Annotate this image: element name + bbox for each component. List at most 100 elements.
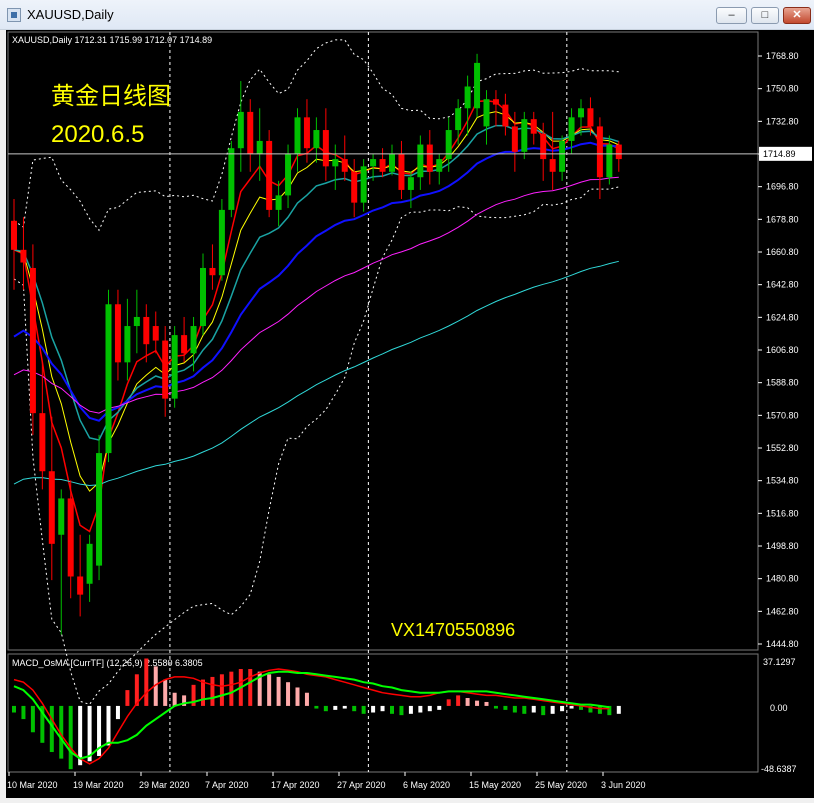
price-axis-label: 1552.80 (766, 443, 799, 453)
candle (247, 99, 254, 172)
ma-red (13, 99, 620, 533)
candle-body (379, 159, 386, 172)
candle-body (313, 130, 320, 149)
candle (379, 148, 386, 178)
candle-body (483, 99, 490, 127)
candle-body (606, 144, 613, 178)
candle-body (200, 267, 206, 327)
candle (313, 117, 320, 163)
macd-histogram-bar (408, 705, 413, 714)
candle-body (285, 153, 292, 196)
price-axis-label: 1750.80 (766, 84, 799, 94)
price-axis-label: 1480.80 (766, 574, 799, 584)
candle-body (370, 159, 377, 167)
macd-axis-zero: 0.00 (770, 703, 788, 713)
price-axis-label: 1660.80 (766, 247, 799, 257)
date-axis-label: 25 May 2020 (535, 780, 587, 790)
macd-histogram-bar (115, 705, 120, 720)
maximize-button[interactable]: □ (751, 7, 779, 24)
macd-histogram-bar (352, 705, 357, 712)
price-axis-label: 1498.80 (766, 541, 799, 551)
macd-histogram-bar (493, 705, 498, 709)
macd-histogram-bar (380, 705, 385, 712)
ma-yellow (13, 111, 619, 492)
candle-body (332, 159, 339, 167)
chart-area[interactable]: XAUUSD,Daily 1712.31 1715.99 1712.07 171… (6, 30, 814, 798)
macd-histogram-bar (484, 701, 489, 706)
moving-averages (13, 99, 620, 533)
candle-body (502, 104, 509, 127)
macd-histogram-bar (276, 676, 281, 706)
macd-signal-line (13, 668, 610, 765)
candle-body (596, 126, 603, 178)
macd-histogram-bar (342, 705, 347, 709)
macd-histogram-bar (248, 669, 253, 706)
macd-histogram-bar (87, 705, 92, 762)
candle-body (171, 335, 178, 399)
candle (502, 93, 509, 136)
price-axis-label: 1678.80 (766, 214, 799, 224)
candle-body (407, 177, 414, 190)
macd-histogram-bar (219, 674, 224, 706)
minimize-button[interactable]: – (716, 7, 747, 24)
candle-body (568, 117, 575, 141)
ma-cyan (13, 260, 619, 487)
macd-histogram-bar (286, 682, 291, 706)
candle (492, 90, 499, 127)
candle (596, 117, 603, 200)
candle-body (162, 340, 169, 399)
ma-teal (13, 124, 620, 441)
window-titlebar[interactable]: XAUUSD,Daily – □ ✕ (0, 0, 814, 30)
candle (332, 144, 339, 190)
price-axis: 1768.801750.801732.801714.801696.801678.… (758, 51, 799, 649)
candle-body (190, 326, 197, 354)
macd-histogram-bar (125, 690, 130, 706)
macd-axis-top: 37.1297 (763, 657, 796, 667)
date-axis-label: 19 Mar 2020 (73, 780, 124, 790)
macd-panel-border (7, 653, 759, 773)
date-axis-label: 7 Apr 2020 (205, 780, 249, 790)
date-axis-label: 27 Apr 2020 (337, 780, 386, 790)
candle-body (540, 133, 547, 160)
macd-histogram-bar (229, 671, 234, 706)
price-axis-label: 1768.80 (766, 51, 799, 61)
candle (294, 108, 301, 172)
date-axis-label: 15 May 2020 (469, 780, 521, 790)
macd-histogram-bar (201, 679, 205, 706)
chart-svg[interactable]: XAUUSD,Daily 1712.31 1715.99 1712.07 171… (6, 30, 814, 798)
macd-lines (13, 668, 610, 765)
candle (124, 298, 131, 381)
candle (606, 135, 613, 185)
macd-histogram-bar (569, 705, 574, 709)
macd-histogram-bar (304, 692, 309, 706)
candle-body (549, 159, 556, 172)
macd-histogram-bar (267, 674, 272, 706)
candle-body (256, 140, 263, 154)
candle (237, 81, 244, 172)
candle-body (143, 316, 150, 345)
candle-body (426, 144, 433, 172)
candle-body (218, 209, 225, 276)
candle-body (303, 117, 310, 149)
macd-histogram-bar (106, 705, 111, 746)
candle-body (578, 108, 584, 118)
candle-body (77, 576, 84, 595)
close-icon: ✕ (792, 9, 802, 21)
macd-histogram-bar (390, 705, 394, 714)
candle (152, 311, 159, 354)
candle (162, 326, 169, 417)
candle (171, 326, 178, 408)
macd-histogram-bar (399, 705, 404, 716)
candle (464, 75, 471, 136)
candle (407, 171, 414, 209)
candle-body (341, 159, 348, 172)
candle-body (86, 543, 93, 584)
candle (77, 534, 84, 617)
close-button[interactable]: ✕ (783, 7, 811, 24)
price-axis-label: 1732.80 (766, 116, 799, 126)
candle-body (48, 471, 55, 544)
candle (266, 130, 273, 218)
candle-body (389, 153, 395, 172)
candle-body (39, 413, 46, 472)
candle-body (11, 220, 17, 250)
